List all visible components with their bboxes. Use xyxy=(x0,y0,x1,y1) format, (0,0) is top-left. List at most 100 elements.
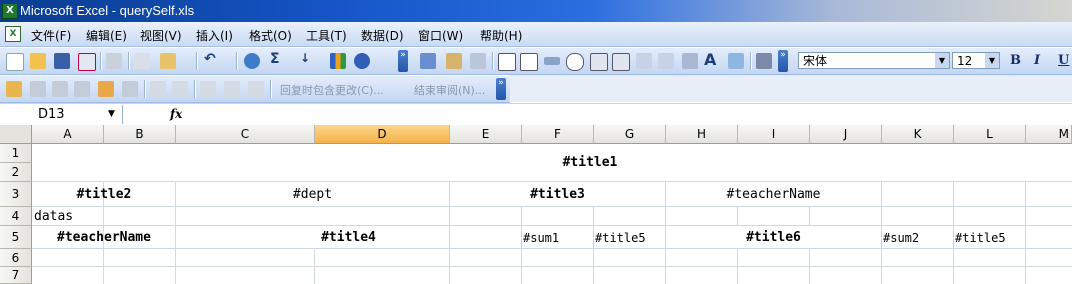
folder-icon[interactable] xyxy=(6,81,22,97)
combobox-control-icon[interactable] xyxy=(612,53,630,71)
gridline xyxy=(881,182,882,284)
column-header-c[interactable]: C xyxy=(176,125,315,144)
chart-wizard-icon[interactable] xyxy=(330,53,346,69)
sort-ascending-icon[interactable]: ↓ xyxy=(300,51,310,65)
menu-data[interactable]: 数据(D) xyxy=(361,27,404,44)
print-icon[interactable] xyxy=(106,53,122,69)
cell-title3[interactable]: #title3 xyxy=(450,186,665,204)
save-icon[interactable] xyxy=(54,53,70,69)
label-control-icon[interactable] xyxy=(446,53,462,69)
menu-view[interactable]: 视图(V) xyxy=(140,27,182,44)
bold-button[interactable]: B xyxy=(1010,53,1021,68)
chevron-down-icon[interactable]: ▼ xyxy=(108,105,115,124)
cell-title5-l[interactable]: #title5 xyxy=(955,229,1025,247)
menu-edit[interactable]: 编辑(E) xyxy=(86,27,127,44)
row-header-7[interactable]: 7 xyxy=(0,267,32,284)
reply-with-changes-button[interactable]: 回复时包含更改(C)... xyxy=(280,82,384,98)
column-header-g[interactable]: G xyxy=(594,125,666,144)
underline-button[interactable]: U xyxy=(1058,53,1069,68)
menu-format[interactable]: 格式(O) xyxy=(249,27,292,44)
font-name-dropdown[interactable]: 宋体 ▼ xyxy=(798,52,950,69)
toolbar-options-icon[interactable]: » xyxy=(398,50,408,72)
column-header-l[interactable]: L xyxy=(954,125,1026,144)
name-box[interactable]: D13 ▼ xyxy=(0,105,123,124)
option-button-icon[interactable] xyxy=(566,53,584,71)
font-size-dropdown[interactable]: 12 ▼ xyxy=(952,52,1000,69)
cell-title1[interactable]: #title1 xyxy=(450,154,730,172)
workbook-icon[interactable]: X xyxy=(5,26,21,42)
formula-input[interactable] xyxy=(186,105,1070,124)
delete-comment-icon[interactable] xyxy=(122,81,138,97)
cell-title4[interactable]: #title4 xyxy=(176,229,521,247)
show-comment-icon[interactable] xyxy=(98,81,114,97)
toolbar-options-icon[interactable]: » xyxy=(496,78,506,100)
column-header-b[interactable]: B xyxy=(104,125,176,144)
column-header-k[interactable]: K xyxy=(882,125,954,144)
insert-function-button[interactable]: fx xyxy=(170,107,182,121)
chevron-down-icon[interactable]: ▼ xyxy=(935,53,949,68)
cell-title5-g[interactable]: #title5 xyxy=(595,229,665,247)
print-preview-icon[interactable] xyxy=(134,53,150,69)
column-header-a[interactable]: A xyxy=(32,125,104,144)
select-all-button[interactable] xyxy=(0,125,32,144)
next-comment-icon[interactable] xyxy=(74,81,90,97)
help-icon[interactable] xyxy=(354,53,370,69)
cell-teacher-name-row5[interactable]: #teacherName xyxy=(33,229,175,247)
hyperlink-icon[interactable] xyxy=(244,53,260,69)
separator xyxy=(128,52,130,70)
autosum-button[interactable]: Σ xyxy=(270,51,280,67)
title-bar: X Microsoft Excel - querySelf.xls xyxy=(0,0,1072,22)
toolbar-options-icon[interactable]: » xyxy=(778,50,788,72)
cell-sum1[interactable]: #sum1 xyxy=(523,229,593,247)
column-header-e[interactable]: E xyxy=(450,125,522,144)
chevron-down-icon[interactable]: ▼ xyxy=(985,53,999,68)
column-header-f[interactable]: F xyxy=(522,125,594,144)
separator xyxy=(196,52,198,70)
previous-comment-icon[interactable] xyxy=(52,81,68,97)
open-icon[interactable] xyxy=(30,53,46,69)
cell-title6[interactable]: #title6 xyxy=(666,229,881,247)
row-header-3[interactable]: 3 xyxy=(0,182,32,207)
text-box-icon[interactable]: A xyxy=(704,50,716,69)
menu-tools[interactable]: 工具(T) xyxy=(306,27,347,44)
image-control-icon[interactable] xyxy=(728,53,744,69)
new-icon[interactable] xyxy=(6,53,24,71)
column-header-m[interactable]: M xyxy=(1026,125,1072,144)
cell-teacher-name-row3[interactable]: #teacherName xyxy=(666,186,881,204)
row-header-6[interactable]: 6 xyxy=(0,249,32,267)
undo-icon[interactable]: ↶ xyxy=(204,51,216,67)
row-header-2[interactable]: 2 xyxy=(0,163,32,182)
menu-file[interactable]: 文件(F) xyxy=(31,27,71,44)
menu-window[interactable]: 窗口(W) xyxy=(418,27,463,44)
font-name-value: 宋体 xyxy=(803,54,828,68)
button-control-icon[interactable] xyxy=(544,57,560,65)
menu-help[interactable]: 帮助(H) xyxy=(480,27,522,44)
checkbox-control-icon[interactable] xyxy=(498,53,516,71)
properties-icon[interactable] xyxy=(682,53,698,69)
row-header-4[interactable]: 4 xyxy=(0,207,32,226)
column-header-d[interactable]: D xyxy=(315,125,450,144)
spinner-control-icon[interactable] xyxy=(658,53,674,69)
cell-title2[interactable]: #title2 xyxy=(33,186,175,204)
permission-icon[interactable] xyxy=(78,53,96,71)
column-header-h[interactable]: H xyxy=(666,125,738,144)
groupbox-icon[interactable] xyxy=(470,53,486,69)
row-header-5[interactable]: 5 xyxy=(0,226,32,249)
column-header-i[interactable]: I xyxy=(738,125,810,144)
cell-datas[interactable]: datas xyxy=(34,208,103,226)
end-review-button[interactable]: 结束审阅(N)... xyxy=(414,82,485,98)
italic-button[interactable]: I xyxy=(1034,53,1040,68)
gridline xyxy=(809,207,810,226)
scrollbar-control-icon[interactable] xyxy=(636,53,652,69)
comment-icon[interactable] xyxy=(30,81,46,97)
paste-icon[interactable] xyxy=(160,53,176,69)
cell-sum2[interactable]: #sum2 xyxy=(883,229,953,247)
forms-edit-icon[interactable] xyxy=(420,53,436,69)
row-header-1[interactable]: 1 xyxy=(0,144,32,163)
listbox-control-icon[interactable] xyxy=(590,53,608,71)
cell-dept[interactable]: #dept xyxy=(176,186,449,204)
menu-insert[interactable]: 插入(I) xyxy=(196,27,233,44)
tools-icon[interactable] xyxy=(756,53,772,69)
textbox-control-icon[interactable] xyxy=(520,53,538,71)
column-header-j[interactable]: J xyxy=(810,125,882,144)
